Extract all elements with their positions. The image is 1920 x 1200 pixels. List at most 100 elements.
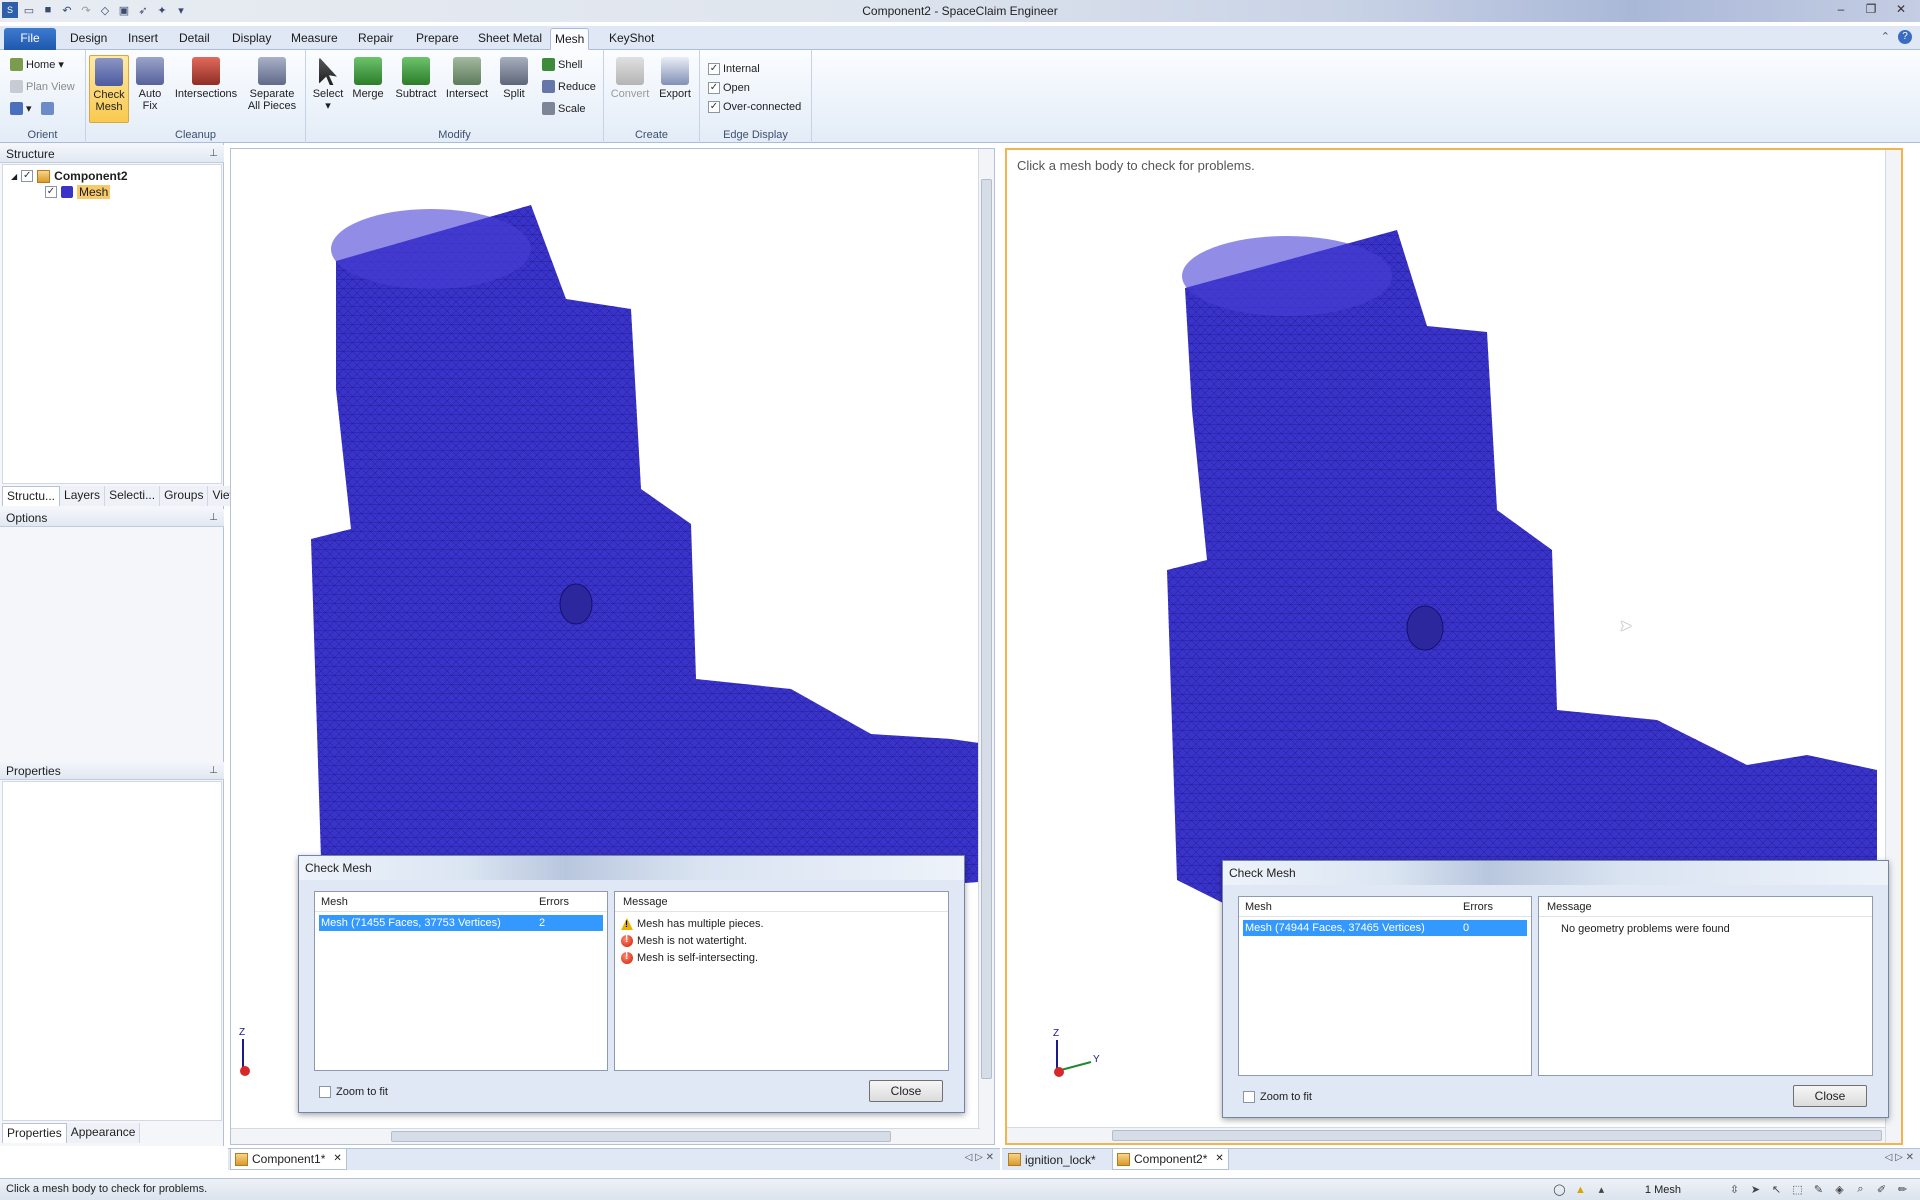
doc-tab-component2[interactable]: Component2* ✕ [1112, 1149, 1229, 1170]
mesh-row-left[interactable]: Mesh (71455 Faces, 37753 Vertices) 2 [319, 915, 603, 931]
open-checkbox[interactable]: ✓ Open [708, 82, 750, 94]
tab-groups[interactable]: Groups [160, 486, 209, 506]
status-circle-icon[interactable]: ◯ [1552, 1182, 1567, 1197]
tab-nav-icons-left[interactable]: ◁ ▷ ✕ [965, 1152, 994, 1163]
mesh-row-right[interactable]: Mesh (74944 Faces, 37465 Vertices) 0 [1243, 920, 1527, 936]
doc-tab-ignition-lock[interactable]: ignition_lock* [1004, 1149, 1100, 1170]
snap-view-icon[interactable] [40, 102, 54, 115]
tab-appearance[interactable]: Appearance [66, 1123, 141, 1143]
open-icon[interactable]: ▭ [21, 2, 37, 18]
pin-icon[interactable]: ⊥ [209, 145, 218, 163]
plan-view-button[interactable]: Plan View [10, 80, 75, 93]
message-no-problems[interactable]: No geometry problems were found [1561, 921, 1730, 937]
close-tab-icon[interactable]: ✕ [333, 1149, 341, 1169]
tree-node-component2[interactable]: ◢ ✓ Component2 [11, 169, 128, 183]
spin-icon[interactable]: ⇳ [1727, 1182, 1742, 1197]
tab-selection[interactable]: Selecti... [105, 486, 161, 506]
col-errors-left[interactable]: Errors [539, 893, 569, 911]
mesh-body-left[interactable] [311, 205, 995, 909]
message-multiple-pieces[interactable]: Mesh has multiple pieces. [621, 916, 764, 932]
col-mesh-left[interactable]: Mesh [321, 893, 348, 911]
hscroll-thumb-right[interactable] [1112, 1130, 1882, 1141]
separate-all-pieces-button[interactable]: Separate All Pieces [242, 57, 302, 112]
view-cube-button[interactable]: ▾ [10, 102, 54, 115]
close-button-right[interactable]: Close [1793, 1085, 1867, 1107]
message-not-watertight[interactable]: Mesh is not watertight. [621, 933, 747, 949]
select-tool-icon[interactable]: ➤ [1748, 1182, 1763, 1197]
status-expand-icon[interactable]: ▴ [1594, 1182, 1609, 1197]
scale-button[interactable]: Scale [542, 102, 586, 115]
tab-measure[interactable]: Measure [287, 28, 342, 50]
cursor-icon[interactable]: ↖ [1769, 1182, 1784, 1197]
horizontal-scrollbar-left[interactable] [231, 1128, 980, 1144]
zoom-to-fit-checkbox-left[interactable]: Zoom to fit [319, 1086, 388, 1098]
close-button-left[interactable]: Close [869, 1080, 943, 1102]
help-icon[interactable]: ? [1898, 30, 1912, 44]
tab-repair[interactable]: Repair [354, 28, 397, 50]
split-button[interactable]: Split [498, 57, 530, 100]
tab-keyshot[interactable]: KeyShot [605, 28, 658, 50]
internal-checkbox[interactable]: ✓ Internal [708, 63, 760, 75]
customize-qat-icon[interactable]: ▾ [173, 2, 189, 18]
dialog-title-left[interactable]: Check Mesh [299, 856, 964, 880]
over-connected-checkbox[interactable]: ✓ Over-connected [708, 101, 801, 113]
auto-fix-button[interactable]: Auto Fix [133, 57, 167, 112]
horizontal-scrollbar-right[interactable] [1007, 1127, 1885, 1143]
tab-layers[interactable]: Layers [60, 486, 106, 506]
hscroll-thumb-left[interactable] [391, 1131, 891, 1142]
zoom-to-fit-checkbox-right[interactable]: Zoom to fit [1243, 1091, 1312, 1103]
message-self-intersecting[interactable]: Mesh is self-intersecting. [621, 950, 758, 966]
material-icon[interactable]: ◈ [1832, 1182, 1847, 1197]
pencil-icon[interactable]: ✏ [1895, 1182, 1910, 1197]
pen-icon[interactable]: ✐ [1874, 1182, 1889, 1197]
tab-prepare[interactable]: Prepare [412, 28, 463, 50]
save-icon[interactable]: ■ [40, 2, 56, 18]
shell-button[interactable]: Shell [542, 58, 582, 71]
options-pin-icon[interactable]: ⊥ [209, 509, 218, 527]
doc-tab-component1[interactable]: Component1* ✕ [230, 1149, 347, 1170]
tab-insert[interactable]: Insert [124, 28, 162, 50]
addin-icon[interactable]: ✦ [154, 2, 170, 18]
new-sketch-icon[interactable]: ◇ [97, 2, 113, 18]
tab-detail[interactable]: Detail [175, 28, 214, 50]
merge-button[interactable]: Merge [350, 57, 386, 100]
vertical-scrollbar-left[interactable] [978, 149, 994, 1144]
redo-icon[interactable]: ↷ [78, 2, 94, 18]
collapse-ribbon-icon[interactable]: ⌃ [1881, 30, 1890, 43]
col-mesh-right[interactable]: Mesh [1245, 898, 1272, 916]
intersections-button[interactable]: Intersections [174, 57, 238, 100]
minimize-button[interactable]: – [1826, 0, 1856, 20]
tree-node-mesh[interactable]: ✓ Mesh [45, 185, 111, 199]
check-mesh-button[interactable]: Check Mesh [89, 55, 129, 123]
box-select-icon[interactable]: ⬚ [1790, 1182, 1805, 1197]
select-button[interactable]: Select ▾ [310, 57, 346, 112]
tab-sheet-metal[interactable]: Sheet Metal [474, 28, 546, 50]
tab-file[interactable]: File [4, 28, 56, 50]
tab-nav-icons-right[interactable]: ◁ ▷ ✕ [1885, 1152, 1914, 1163]
mesh-body-right[interactable] [1167, 230, 1877, 930]
export-button[interactable]: Export [656, 57, 694, 100]
visibility-checkbox[interactable]: ✓ [21, 170, 34, 182]
convert-button[interactable]: Convert [610, 57, 650, 100]
dialog-title-right[interactable]: Check Mesh [1223, 861, 1888, 885]
close-tab-icon[interactable]: ✕ [1215, 1149, 1223, 1169]
undo-icon[interactable]: ↶ [59, 2, 75, 18]
tab-display[interactable]: Display [228, 28, 275, 50]
mesh-visibility-checkbox[interactable]: ✓ [45, 186, 57, 198]
view-icon[interactable]: ▣ [116, 2, 132, 18]
tab-design[interactable]: Design [66, 28, 111, 50]
intersect-button[interactable]: Intersect [444, 57, 490, 100]
properties-pin-icon[interactable]: ⊥ [209, 762, 218, 780]
reduce-button[interactable]: Reduce [542, 80, 596, 93]
publish-icon[interactable]: ➶ [135, 2, 151, 18]
sketch-icon[interactable]: ✎ [1811, 1182, 1826, 1197]
tab-properties[interactable]: Properties [2, 1123, 67, 1143]
status-warning-icon[interactable]: ▲ [1573, 1182, 1588, 1197]
tab-structure[interactable]: Structu... [2, 486, 61, 506]
col-errors-right[interactable]: Errors [1463, 898, 1493, 916]
subtract-button[interactable]: Subtract [394, 57, 438, 100]
home-button[interactable]: Home ▾ [10, 58, 64, 71]
collapse-triangle-icon[interactable]: ◢ [11, 172, 17, 181]
restore-button[interactable]: ❐ [1856, 0, 1886, 20]
vscroll-thumb-left[interactable] [981, 179, 992, 1079]
